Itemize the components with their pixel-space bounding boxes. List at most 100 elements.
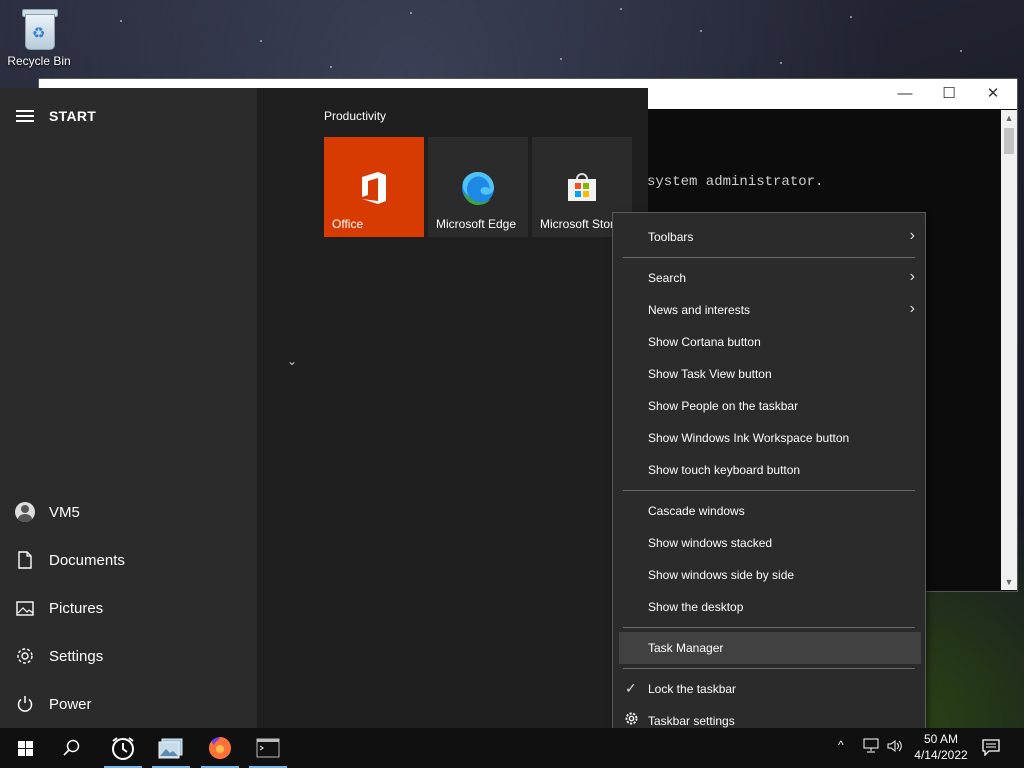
rail-item-pictures[interactable]: Pictures (0, 588, 257, 628)
menu-item-label: Toolbars (648, 230, 694, 244)
rail-item-label: Documents (49, 551, 125, 569)
store-icon (566, 171, 598, 206)
rail-item-label: Pictures (49, 599, 104, 617)
menu-item-cascade[interactable]: Cascade windows (613, 495, 925, 527)
menu-item-label: Show windows stacked (648, 536, 773, 550)
taskbar-context-menu: Toolbars › Search › News and interests ›… (612, 212, 926, 746)
maximize-button[interactable]: ☐ (929, 83, 969, 105)
menu-item-show-desktop[interactable]: Show the desktop (613, 591, 925, 623)
tray-overflow-chevron-icon[interactable]: ^ (838, 738, 844, 768)
menu-item-label: Show touch keyboard button (648, 463, 801, 477)
menu-item-label: Show Windows Ink Workspace button (648, 431, 850, 445)
tile-group-title: Productivity (324, 109, 387, 123)
tile-label: Office (332, 217, 364, 231)
rail-item-power[interactable]: Power (0, 684, 257, 724)
menu-separator (623, 257, 915, 258)
recycle-bin-shortcut[interactable]: ♻ Recycle Bin (4, 6, 74, 68)
gear-icon (15, 646, 35, 666)
scroll-down-icon[interactable]: ▼ (1001, 574, 1017, 590)
taskbar-app-console[interactable] (245, 728, 291, 768)
scroll-up-icon[interactable]: ▲ (1001, 110, 1017, 126)
clock-icon (112, 737, 134, 760)
start-button[interactable] (2, 728, 48, 768)
tile-label: Microsoft Store (540, 217, 621, 231)
menu-item-search[interactable]: Search › (613, 262, 925, 294)
rail-item-settings[interactable]: Settings (0, 636, 257, 676)
menu-item-label: Show Cortana button (648, 335, 761, 349)
scroll-thumb[interactable] (1004, 128, 1014, 154)
rail-item-documents[interactable]: Documents (0, 540, 257, 580)
tile-label: Microsoft Edge (436, 217, 517, 231)
console-output: system administrator. (647, 174, 824, 190)
menu-separator (623, 490, 915, 491)
menu-item-ink[interactable]: Show Windows Ink Workspace button (613, 422, 925, 454)
menu-item-label: Search (648, 271, 687, 285)
document-icon (15, 550, 35, 570)
menu-item-stacked[interactable]: Show windows stacked (613, 527, 925, 559)
menu-separator (623, 668, 915, 669)
console-scrollbar[interactable]: ▲ ▼ (1001, 110, 1017, 590)
action-center-button[interactable] (982, 739, 1000, 768)
menu-item-lock-taskbar[interactable]: ✓ Lock the taskbar (613, 673, 925, 705)
menu-item-label: Show windows side by side (648, 568, 795, 582)
menu-item-people[interactable]: Show People on the taskbar (613, 390, 925, 422)
hamburger-menu-icon[interactable] (16, 107, 34, 125)
terminal-icon (256, 738, 280, 758)
power-icon (15, 694, 35, 714)
gear-icon (625, 712, 638, 728)
chevron-right-icon: › (909, 227, 915, 244)
user-name: VM5 (49, 503, 80, 521)
menu-item-label: Show the desktop (648, 600, 744, 614)
office-icon (359, 171, 389, 208)
firefox-icon (209, 737, 231, 759)
menu-item-news[interactable]: News and interests › (613, 294, 925, 326)
menu-item-label: Task Manager (648, 641, 724, 655)
rail-item-label: Settings (49, 647, 104, 665)
notification-icon (982, 739, 1000, 757)
taskbar-app-alarms[interactable] (100, 728, 146, 768)
start-menu: START VM5 Documents Pictures Settings Po… (0, 88, 648, 728)
edge-icon (461, 171, 495, 208)
menu-item-label: Show Task View button (648, 367, 772, 381)
menu-item-label: News and interests (648, 303, 751, 317)
chevron-down-icon[interactable]: ⌄ (287, 354, 297, 368)
chevron-right-icon: › (909, 268, 915, 285)
volume-icon[interactable] (886, 738, 904, 768)
menu-separator (623, 627, 915, 628)
start-header[interactable]: START (0, 102, 96, 130)
checkmark-icon: ✓ (625, 680, 637, 696)
tile-edge[interactable]: Microsoft Edge (428, 137, 528, 237)
avatar (15, 502, 35, 522)
tile-office[interactable]: Office (324, 137, 424, 237)
menu-item-task-manager[interactable]: Task Manager (619, 632, 921, 664)
windows-logo-icon (17, 740, 33, 756)
menu-item-label: Cascade windows (648, 504, 745, 518)
close-button[interactable]: ✕ (973, 83, 1013, 105)
user-account[interactable]: VM5 (0, 492, 257, 532)
chevron-right-icon: › (909, 300, 915, 317)
clock-date: 4/14/2022 (914, 748, 968, 762)
menu-item-label: Taskbar settings (648, 714, 735, 728)
network-icon[interactable] (862, 738, 880, 768)
taskbar-app-firefox[interactable] (197, 728, 243, 768)
minimize-button[interactable]: — (885, 83, 925, 105)
rail-item-label: Power (49, 695, 92, 713)
search-button[interactable] (49, 728, 95, 768)
menu-item-task-view[interactable]: Show Task View button (613, 358, 925, 390)
menu-item-label: Lock the taskbar (648, 682, 737, 696)
menu-item-side-by-side[interactable]: Show windows side by side (613, 559, 925, 591)
system-clock[interactable]: 50 AM 4/14/2022 (912, 731, 970, 768)
taskbar: ^ 50 AM 4/14/2022 (0, 728, 1024, 768)
search-icon (63, 739, 80, 756)
start-title: START (49, 108, 97, 124)
start-rail: START VM5 Documents Pictures Settings Po… (0, 88, 257, 728)
recycle-bin-icon: ♻ (19, 6, 59, 50)
menu-item-label: Show People on the taskbar (648, 399, 799, 413)
pictures-icon (15, 598, 35, 618)
photo-viewer-icon (158, 738, 183, 759)
menu-item-toolbars[interactable]: Toolbars › (613, 221, 925, 253)
menu-item-touch-keyboard[interactable]: Show touch keyboard button (613, 454, 925, 486)
taskbar-app-photos[interactable] (148, 728, 194, 768)
clock-time: 50 AM (923, 732, 959, 746)
menu-item-cortana[interactable]: Show Cortana button (613, 326, 925, 358)
